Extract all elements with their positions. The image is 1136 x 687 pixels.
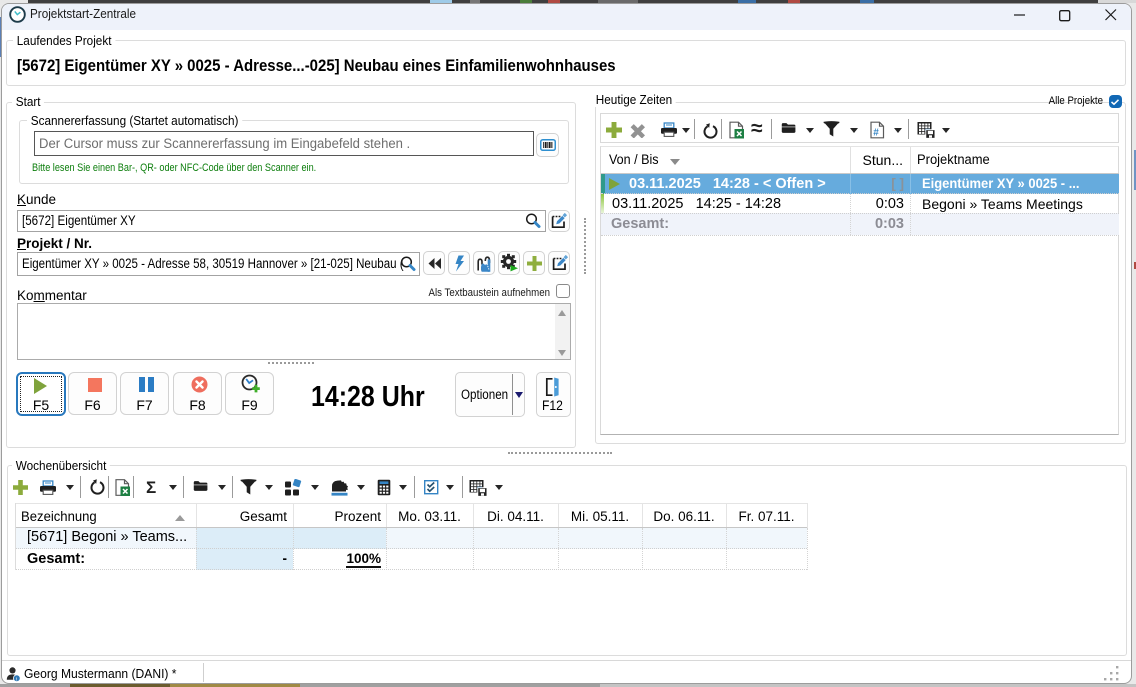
- svg-text:#: #: [873, 128, 879, 139]
